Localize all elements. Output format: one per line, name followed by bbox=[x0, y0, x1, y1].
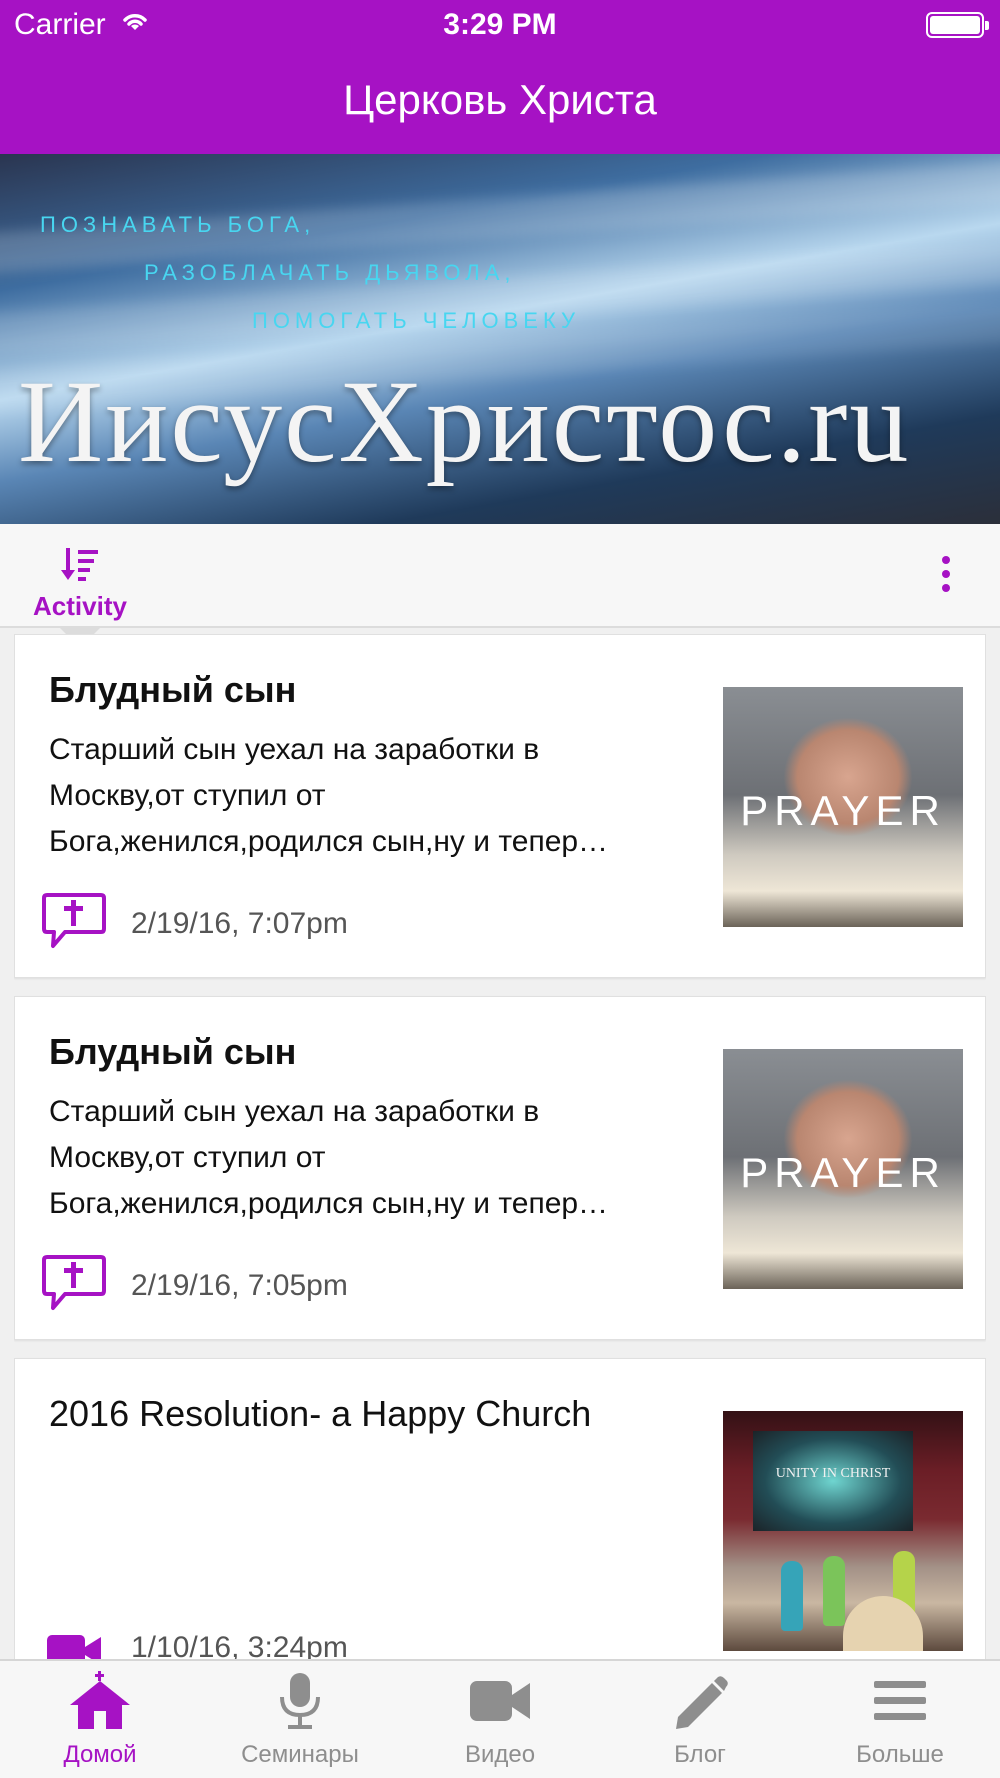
card-thumbnail: PRAYER bbox=[723, 1049, 963, 1289]
feed-card[interactable]: Блудный сын Старший сын уехал на заработ… bbox=[14, 634, 986, 978]
menu-icon bbox=[866, 1671, 934, 1731]
feed-card[interactable]: 2016 Resolution- a Happy Church 1/10/16,… bbox=[14, 1358, 986, 1659]
card-date: 2/19/16, 7:05pm bbox=[131, 1269, 348, 1302]
activity-sort-button[interactable]: Activity bbox=[30, 546, 130, 621]
card-title: 2016 Resolution- a Happy Church bbox=[49, 1393, 592, 1434]
app-header: Carrier 3:29 PM Церковь Христа bbox=[0, 0, 1000, 154]
card-excerpt: Старший сын уехал на заработки в Москву,… bbox=[49, 733, 609, 858]
tab-video[interactable]: Видео bbox=[400, 1661, 600, 1778]
video-camera-icon bbox=[41, 1615, 107, 1659]
prayer-bubble-icon bbox=[41, 1253, 107, 1318]
status-bar: Carrier 3:29 PM bbox=[0, 0, 1000, 50]
feed-card[interactable]: Блудный сын Старший сын уехал на заработ… bbox=[14, 996, 986, 1340]
tab-seminars[interactable]: Семинары bbox=[200, 1661, 400, 1778]
microphone-icon bbox=[266, 1671, 334, 1731]
banner-line-2: РАЗОБЛАЧАТЬ ДЬЯВОЛА, bbox=[144, 260, 516, 285]
home-icon bbox=[66, 1671, 134, 1731]
feed-toolbar: Activity bbox=[0, 524, 1000, 628]
hero-banner: ПОЗНАВАТЬ БОГА, РАЗОБЛАЧАТЬ ДЬЯВОЛА, ПОМ… bbox=[0, 154, 1000, 524]
bottom-tab-bar: Домой Семинары Видео Блог Больше bbox=[0, 1659, 1000, 1778]
tab-label: Блог bbox=[674, 1741, 726, 1768]
tab-label: Видео bbox=[464, 1741, 536, 1768]
tab-more[interactable]: Больше bbox=[800, 1661, 1000, 1778]
tab-label: Семинары bbox=[241, 1741, 359, 1768]
status-time: 3:29 PM bbox=[443, 8, 557, 41]
card-date: 1/10/16, 3:24pm bbox=[131, 1631, 348, 1659]
card-thumbnail: UNITY IN CHRIST bbox=[723, 1411, 963, 1651]
card-title: Блудный сын bbox=[49, 669, 297, 710]
activity-label: Activity bbox=[33, 591, 127, 621]
card-excerpt: Старший сын уехал на заработки в Москву,… bbox=[49, 1095, 609, 1220]
tab-blog[interactable]: Блог bbox=[600, 1661, 800, 1778]
activity-feed: Блудный сын Старший сын уехал на заработ… bbox=[14, 634, 986, 1659]
tab-label: Больше bbox=[856, 1741, 944, 1768]
sort-icon bbox=[60, 548, 100, 588]
tab-home[interactable]: Домой bbox=[0, 1661, 200, 1778]
prayer-bubble-icon bbox=[41, 891, 107, 956]
card-thumbnail: PRAYER bbox=[723, 687, 963, 927]
card-date: 2/19/16, 7:07pm bbox=[131, 907, 348, 940]
page-title: Церковь Христа bbox=[343, 76, 657, 123]
more-vertical-icon[interactable] bbox=[936, 556, 956, 596]
video-camera-icon bbox=[466, 1671, 534, 1731]
pencil-icon bbox=[666, 1671, 734, 1731]
card-title: Блудный сын bbox=[49, 1031, 297, 1072]
banner-line-1: ПОЗНАВАТЬ БОГА, bbox=[40, 212, 316, 237]
banner-line-3: ПОМОГАТЬ ЧЕЛОВЕКУ bbox=[252, 308, 581, 333]
battery-icon bbox=[926, 12, 989, 38]
tab-label: Домой bbox=[63, 1741, 137, 1768]
banner-logo: ИисусХристос.ru bbox=[18, 356, 911, 487]
